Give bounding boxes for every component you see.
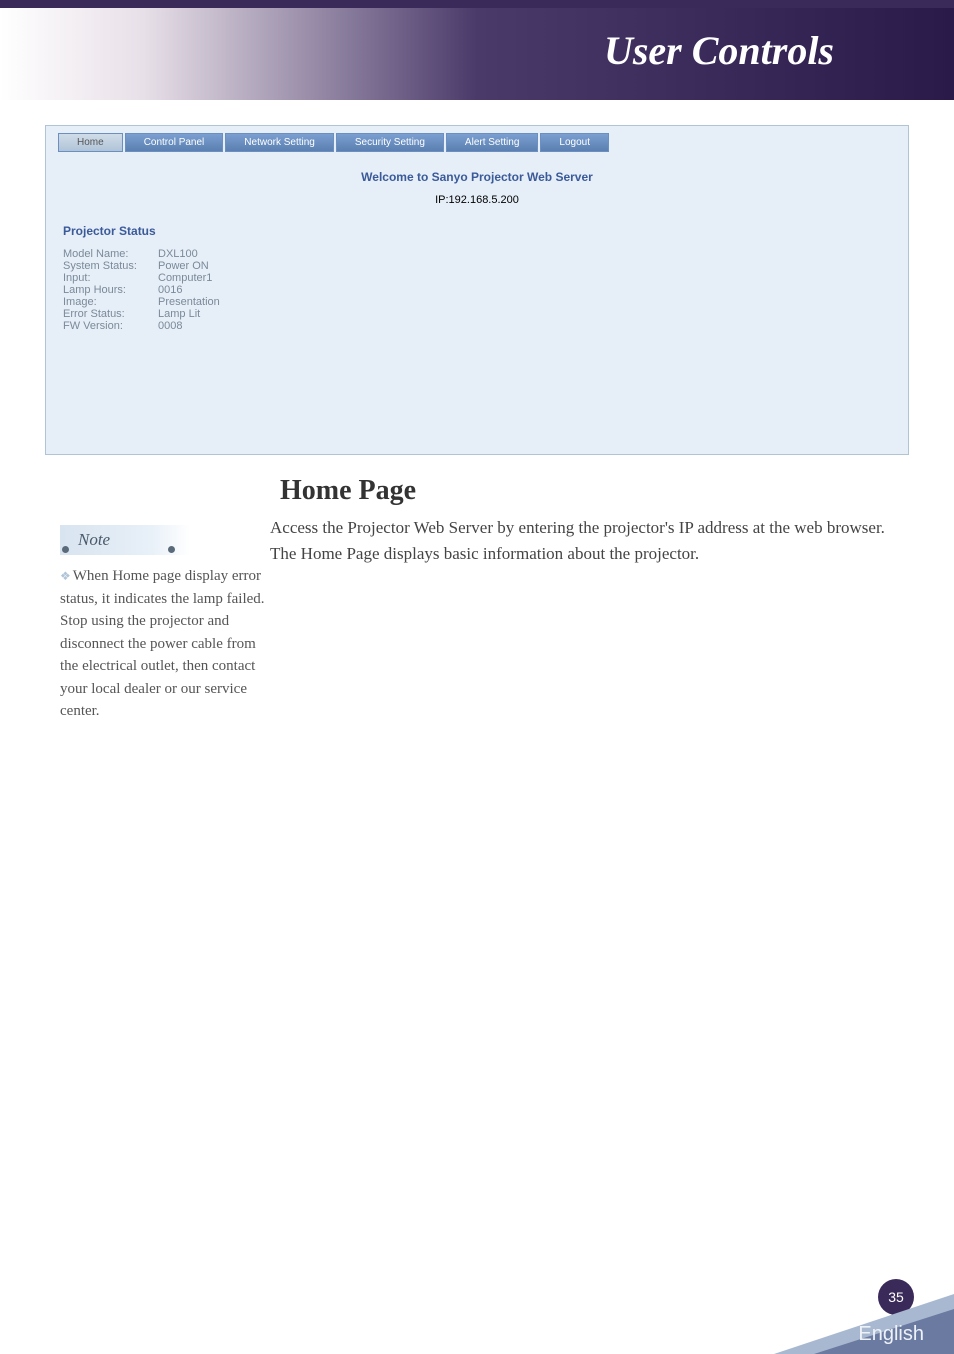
status-label: Lamp Hours: <box>63 284 158 296</box>
section-body: Access the Projector Web Server by enter… <box>270 515 894 566</box>
diamond-bullet-icon: ❖ <box>60 569 71 583</box>
status-label: Error Status: <box>63 308 158 320</box>
status-value: Power ON <box>158 260 209 272</box>
status-row: System Status: Power ON <box>63 260 891 272</box>
section-title: Home Page <box>280 475 894 507</box>
footer: 35 English <box>754 1274 954 1354</box>
status-row: FW Version: 0008 <box>63 320 891 332</box>
tab-network-setting[interactable]: Network Setting <box>225 133 334 152</box>
status-label: Image: <box>63 296 158 308</box>
status-value: Presentation <box>158 296 220 308</box>
note-label: Note <box>78 530 110 550</box>
status-title: Projector Status <box>63 224 891 238</box>
main-content: Home Page Note ❖When Home page display e… <box>0 475 954 723</box>
header-banner: User Controls <box>0 0 954 100</box>
welcome-text: Welcome to Sanyo Projector Web Server <box>48 170 906 184</box>
status-value: Lamp Lit <box>158 308 200 320</box>
tab-alert-setting[interactable]: Alert Setting <box>446 133 538 152</box>
status-section: Projector Status Model Name: DXL100 Syst… <box>48 214 906 452</box>
tab-security-setting[interactable]: Security Setting <box>336 133 444 152</box>
tab-home[interactable]: Home <box>58 133 123 152</box>
status-value: 0016 <box>158 284 182 296</box>
status-row: Error Status: Lamp Lit <box>63 308 891 320</box>
status-row: Image: Presentation <box>63 296 891 308</box>
status-row: Input: Computer1 <box>63 272 891 284</box>
tab-logout[interactable]: Logout <box>540 133 609 152</box>
status-label: FW Version: <box>63 320 158 332</box>
welcome-block: Welcome to Sanyo Projector Web Server IP… <box>48 152 906 214</box>
status-table: Model Name: DXL100 System Status: Power … <box>63 248 891 332</box>
status-label: Model Name: <box>63 248 158 260</box>
footer-language: English <box>858 1323 924 1346</box>
status-label: Input: <box>63 272 158 284</box>
note-text: ❖When Home page display error status, it… <box>60 565 270 723</box>
ip-text: IP:192.168.5.200 <box>48 194 906 206</box>
status-label: System Status: <box>63 260 158 272</box>
status-row: Model Name: DXL100 <box>63 248 891 260</box>
web-server-screenshot: Home Control Panel Network Setting Secur… <box>45 125 909 455</box>
note-body: When Home page display error status, it … <box>60 568 265 719</box>
sidebar-note: Note ❖When Home page display error statu… <box>60 515 270 723</box>
note-banner: Note <box>60 525 190 555</box>
tabs-row: Home Control Panel Network Setting Secur… <box>48 128 906 152</box>
status-value: Computer1 <box>158 272 212 284</box>
status-row: Lamp Hours: 0016 <box>63 284 891 296</box>
status-value: 0008 <box>158 320 182 332</box>
header-title: User Controls <box>604 27 834 74</box>
status-value: DXL100 <box>158 248 198 260</box>
content-row: Note ❖When Home page display error statu… <box>60 515 894 723</box>
tab-control-panel[interactable]: Control Panel <box>125 133 224 152</box>
